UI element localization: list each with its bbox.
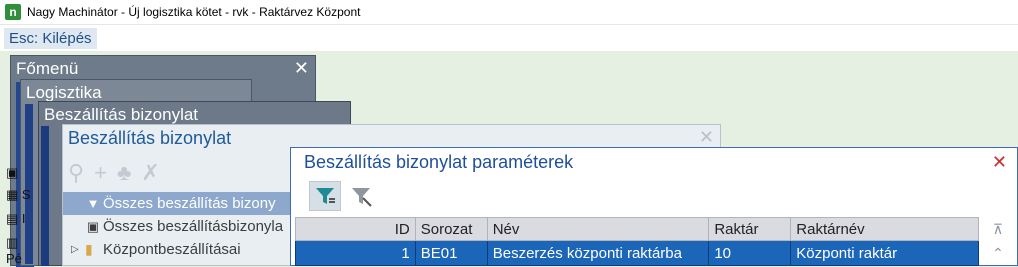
stack-icon: ▥ <box>6 235 19 250</box>
tree-icon[interactable]: ♣ <box>117 161 131 185</box>
filter-tree: ▼ Összes beszállítás bizony ▣ Összes bes… <box>63 192 293 261</box>
tree-item-kozpontbeszallitasai[interactable]: ▷ ▮ Központbeszállításai <box>63 238 293 261</box>
box-icon: ▣ <box>6 165 19 180</box>
filter-icon: ▼ <box>86 196 100 211</box>
window-title: Nagy Machinátor - Új logisztika kötet - … <box>27 5 361 19</box>
side-item-4[interactable]: ▥ Pé <box>6 235 36 266</box>
side-item-1[interactable]: ▣ <box>6 165 18 181</box>
app-logo-icon: n <box>5 4 21 20</box>
tree-item-osszes-beszallitasbizonyla[interactable]: ▣ Összes beszállításbizonyla <box>63 215 293 238</box>
expand-arrow-icon[interactable]: ▷ <box>71 244 83 255</box>
side-item-2[interactable]: ▦ S <box>6 187 31 203</box>
add-icon[interactable]: + <box>94 161 107 185</box>
menubar: Esc: Kilépés <box>0 25 1018 51</box>
clear-filter-icon <box>352 188 372 207</box>
beszallitas-nav-strip <box>41 126 49 266</box>
chart-icon: ▤ <box>6 211 19 226</box>
clear-filter-button[interactable] <box>345 181 377 211</box>
col-header-sorozat[interactable]: Sorozat <box>414 217 488 241</box>
parameterek-toolbar <box>309 181 377 211</box>
col-header-id[interactable]: ID <box>295 217 416 241</box>
col-header-nev[interactable]: Név <box>486 217 710 241</box>
side-item-3[interactable]: ▤ I <box>6 211 26 227</box>
table-row[interactable]: 1 BE01 Beszerzés központi raktárba 10 Kö… <box>295 240 979 266</box>
disconnect-icon[interactable]: ✗ <box>141 161 159 185</box>
tree-item-osszes-beszallitas[interactable]: ▼ Összes beszállítás bizony <box>63 192 293 215</box>
parameterek-close-icon[interactable]: ✕ <box>992 152 1007 172</box>
cell-raktar: 10 <box>708 240 792 266</box>
parameterek-window: Beszállítás bizonylat paraméterek ✕ ID S… <box>290 147 1018 266</box>
esc-exit-menu-item[interactable]: Esc: Kilépés <box>4 27 97 49</box>
parameterek-title: Beszállítás bizonylat paraméterek <box>291 148 1017 178</box>
list-toolbar: ⚲ + ♣ ✗ <box>68 161 160 185</box>
col-header-raktarnev[interactable]: Raktárnév <box>790 217 979 241</box>
fomenu-close-icon[interactable]: ✕ <box>294 58 309 78</box>
shelf-icon: ▦ <box>6 187 19 202</box>
filter-icon <box>316 188 335 204</box>
folder-icon: ▮ <box>85 241 93 257</box>
cell-id: 1 <box>295 240 416 266</box>
col-header-raktar[interactable]: Raktár <box>708 217 792 241</box>
cell-sorozat: BE01 <box>414 240 488 266</box>
scroll-up-double-icon[interactable]: ⌃ <box>981 241 1015 265</box>
cell-raktarnev: Központi raktár <box>790 240 979 266</box>
filter-button[interactable] <box>309 181 341 211</box>
table-header-row: ID Sorozat Név Raktár Raktárnév <box>295 217 979 241</box>
monitor-icon: ▣ <box>86 218 100 234</box>
parameter-table: ID Sorozat Név Raktár Raktárnév 1 BE01 B… <box>295 217 979 266</box>
scroll-top-icon[interactable]: ⊼ <box>981 217 1015 241</box>
beszallitas-list-close-icon[interactable]: ✕ <box>699 127 714 147</box>
grid-scroll-controls: ⊼ ⌃ <box>981 217 1015 267</box>
cell-nev: Beszerzés központi raktárba <box>486 240 710 266</box>
search-icon[interactable]: ⚲ <box>68 161 84 185</box>
window-titlebar: n Nagy Machinátor - Új logisztika kötet … <box>0 0 1018 25</box>
